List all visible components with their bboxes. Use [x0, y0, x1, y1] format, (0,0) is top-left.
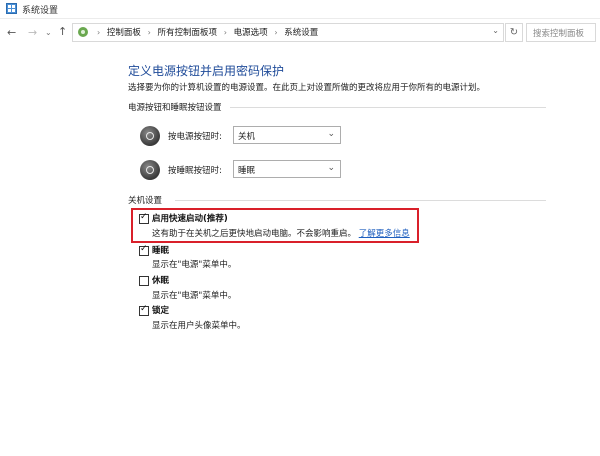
hibernate-label[interactable]: 休眠	[152, 274, 169, 286]
power-button-value: 关机	[238, 132, 256, 142]
refresh-icon[interactable]: ↻	[505, 23, 523, 42]
sleep-description: 显示在"电源"菜单中。	[152, 260, 237, 270]
hibernate-checkbox[interactable]	[139, 276, 149, 286]
learn-more-link[interactable]: 了解更多信息	[359, 229, 410, 239]
back-arrow-icon[interactable]: ←	[7, 27, 16, 39]
breadcrumb-separator-icon: ›	[147, 28, 151, 37]
page-title: 定义电源按钮并启用密码保护	[128, 64, 285, 78]
sleep-button-icon	[140, 160, 160, 180]
breadcrumb-control-panel[interactable]: 控制面板	[107, 28, 141, 38]
control-panel-breadcrumb-icon	[78, 27, 88, 37]
page-description: 选择要为你的计算机设置的电源设置。在此页上对设置所做的更改将应用于你所有的电源计…	[128, 83, 486, 93]
sleep-label[interactable]: 睡眠	[152, 244, 169, 256]
power-button-select[interactable]: 关机 ⌄	[233, 126, 341, 144]
fast-startup-checkbox[interactable]	[139, 212, 149, 224]
group-divider	[230, 107, 546, 108]
breadcrumb: › 控制面板 › 所有控制面板项 › 电源选项 › 系统设置	[93, 26, 318, 38]
address-dropdown-icon[interactable]: ⌄	[492, 26, 499, 35]
recent-dropdown-icon[interactable]: ⌄	[45, 27, 52, 39]
breadcrumb-all-items[interactable]: 所有控制面板项	[158, 28, 218, 38]
chevron-down-icon: ⌄	[327, 129, 335, 139]
control-panel-app-icon	[6, 3, 17, 14]
breadcrumb-system-settings[interactable]: 系统设置	[284, 28, 318, 38]
title-bar: 系统设置	[0, 0, 600, 19]
lock-label[interactable]: 锁定	[152, 304, 169, 316]
breadcrumb-power-options[interactable]: 电源选项	[234, 28, 268, 38]
fast-startup-description: 这有助于在关机之后更快地启动电脑。不会影响重启。 了解更多信息	[152, 227, 410, 239]
lock-description: 显示在用户头像菜单中。	[152, 321, 246, 331]
breadcrumb-separator-icon: ›	[223, 28, 227, 37]
buttons-group-label: 电源按钮和睡眠按钮设置	[128, 103, 222, 113]
up-arrow-icon[interactable]: ↑	[58, 26, 67, 38]
power-button-icon	[140, 126, 160, 146]
breadcrumb-separator-icon: ›	[274, 28, 278, 37]
sleep-button-value: 睡眠	[238, 166, 256, 176]
breadcrumb-separator-icon: ›	[97, 28, 101, 37]
window-title: 系统设置	[22, 6, 59, 16]
power-button-label: 按电源按钮时:	[168, 132, 222, 142]
fast-startup-label[interactable]: 启用快速启动(推荐)	[152, 212, 228, 224]
lock-checkbox[interactable]	[139, 304, 149, 316]
chevron-down-icon: ⌄	[327, 163, 335, 173]
forward-arrow-icon[interactable]: →	[28, 27, 37, 39]
address-bar[interactable]: › 控制面板 › 所有控制面板项 › 电源选项 › 系统设置 ⌄	[72, 23, 504, 42]
hibernate-description: 显示在"电源"菜单中。	[152, 291, 237, 301]
search-input[interactable]: 搜索控制面板	[526, 23, 596, 42]
sleep-checkbox[interactable]	[139, 244, 149, 256]
fast-startup-description-text: 这有助于在关机之后更快地启动电脑。不会影响重启。	[152, 229, 357, 239]
sleep-button-select[interactable]: 睡眠 ⌄	[233, 160, 341, 178]
shutdown-group-label: 关机设置	[128, 196, 163, 206]
group-divider	[175, 200, 546, 201]
sleep-button-label: 按睡眠按钮时:	[168, 166, 222, 176]
search-placeholder: 搜索控制面板	[533, 29, 585, 39]
